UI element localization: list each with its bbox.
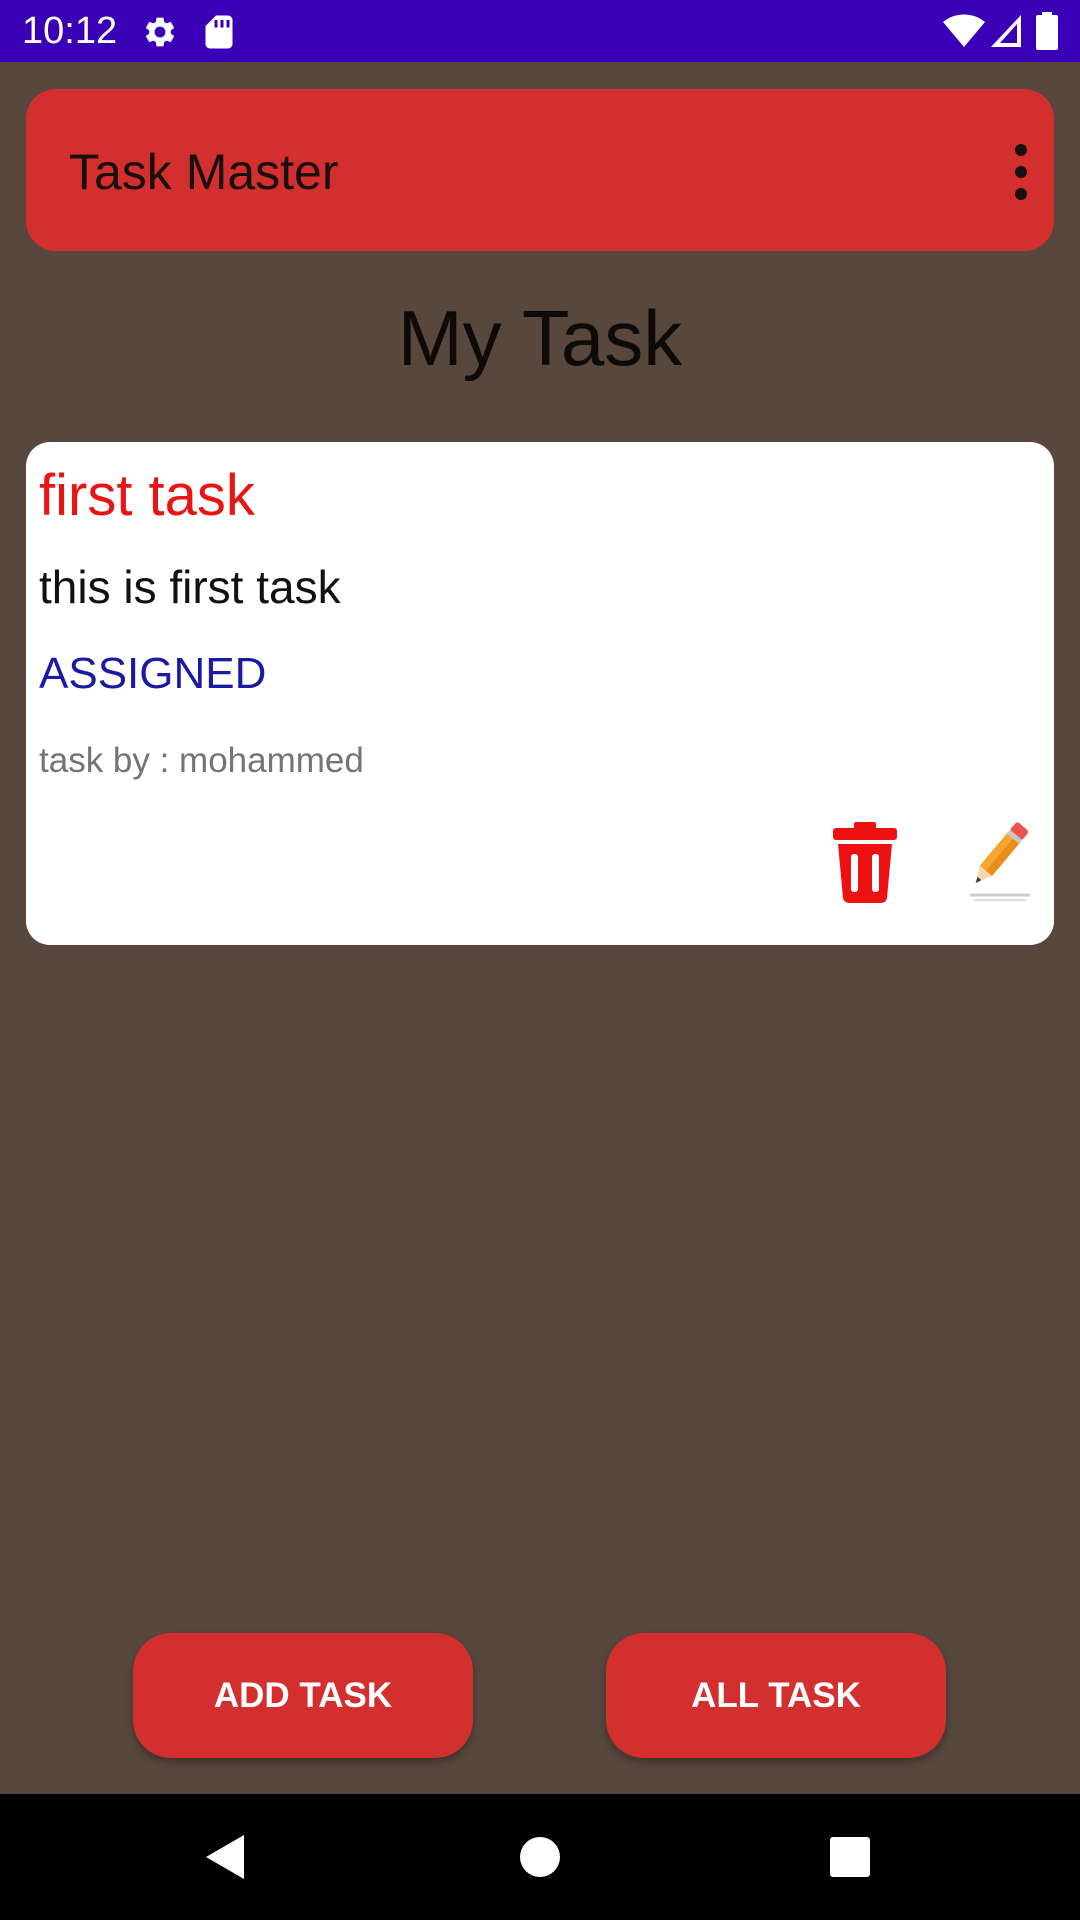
- app-bar: Task Master: [26, 89, 1054, 251]
- status-time: 10:12: [22, 10, 118, 52]
- recents-icon[interactable]: [820, 1827, 880, 1887]
- app-title: Task Master: [69, 144, 339, 200]
- sd-card-icon: [205, 15, 233, 49]
- task-state: ASSIGNED: [39, 649, 267, 698]
- back-icon[interactable]: [196, 1827, 256, 1887]
- task-body: this is first task: [39, 561, 341, 613]
- all-task-button[interactable]: ALL TASK: [606, 1633, 946, 1758]
- add-task-button[interactable]: ADD TASK: [133, 1633, 473, 1758]
- signal-icon: [991, 15, 1021, 47]
- settings-icon: [145, 17, 175, 47]
- task-author: task by : mohammed: [39, 741, 364, 780]
- task-card[interactable]: first task this is first task ASSIGNED t…: [26, 442, 1054, 945]
- pencil-icon: [970, 822, 1030, 901]
- page-title: My Task: [397, 294, 683, 382]
- home-icon[interactable]: [510, 1827, 570, 1887]
- more-vertical-icon: [1015, 144, 1027, 200]
- battery-icon: [1036, 12, 1058, 50]
- delete-task-button[interactable]: [820, 810, 910, 906]
- trash-icon: [833, 822, 897, 904]
- edit-task-button[interactable]: [952, 810, 1042, 906]
- wifi-icon: [943, 14, 985, 47]
- task-title: first task: [39, 463, 255, 528]
- status-bar: 10:12: [0, 0, 1080, 62]
- navigation-bar: [0, 1794, 1080, 1920]
- overflow-menu-button[interactable]: [986, 127, 1056, 217]
